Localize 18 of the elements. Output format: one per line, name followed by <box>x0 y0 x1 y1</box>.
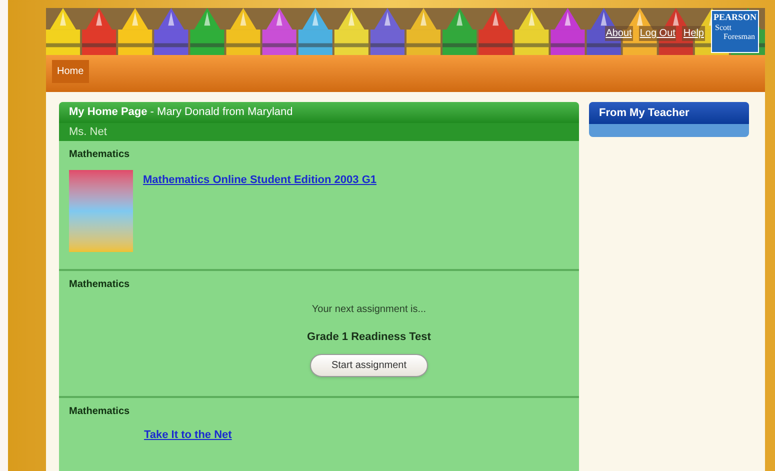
logo-subtitle: Scott <box>714 23 732 32</box>
subject-heading: Mathematics <box>69 405 131 419</box>
panel-title: From My Teacher <box>589 102 749 124</box>
logo-brand: PEARSON <box>713 11 756 23</box>
header-link[interactable]: Help <box>682 26 705 41</box>
start-assignment-button[interactable]: Start assignment <box>310 354 428 376</box>
net-link[interactable]: Take It to the Net <box>144 427 569 444</box>
assignment-intro: Your next assignment is... <box>312 303 426 317</box>
logo-subtitle: Foresman <box>723 32 756 41</box>
nav-tab[interactable]: Home <box>52 60 89 83</box>
header-link[interactable]: About <box>604 26 633 41</box>
book-link[interactable]: Mathematics Online Student Edition 2003 G1 <box>143 172 376 252</box>
assignment-title: Grade 1 Readiness Test <box>307 330 431 345</box>
teacher-name: Ms. Net <box>59 123 579 141</box>
header-link[interactable]: Log Out <box>638 26 676 41</box>
subject-heading: Mathematics <box>69 278 131 292</box>
panel-title: My Home Page - Mary Donald from Maryland <box>59 102 579 123</box>
subject-heading: Mathematics <box>69 148 131 162</box>
